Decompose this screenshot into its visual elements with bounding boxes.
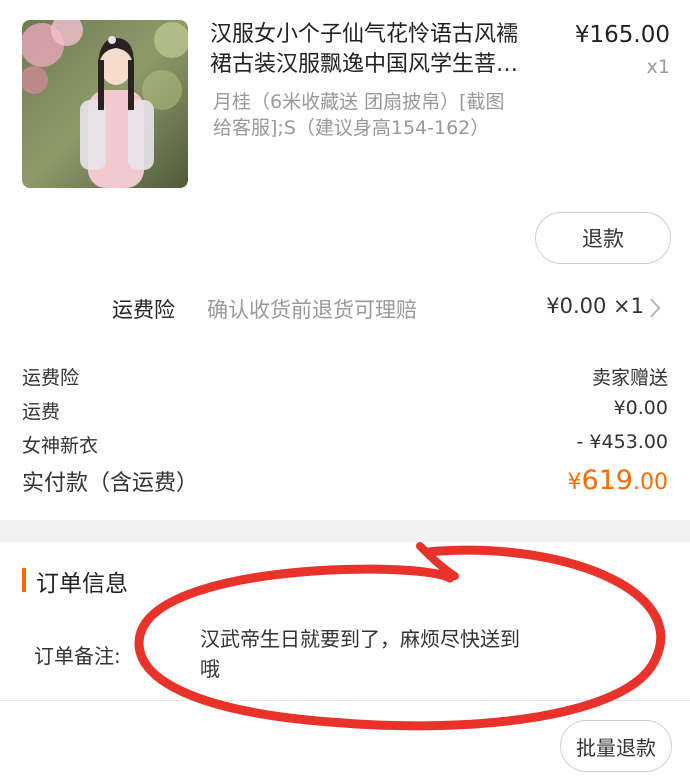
summary-row-value: ¥0.00 — [613, 397, 668, 419]
total-amount: ¥619.00 — [567, 465, 668, 496]
order-note-line-1: 汉武帝生日就要到了，麻烦尽快送到 — [200, 627, 520, 651]
order-note-label: 订单备注: — [34, 644, 121, 668]
product-sku-line-1: 月桂（6米收藏送 团扇披帛）[截图 — [213, 91, 505, 113]
total-label: 实付款（含运费） — [22, 471, 199, 496]
product-sku-line-2: 给客服];S（建议身高154-162） — [213, 117, 490, 139]
product-thumbnail[interactable] — [22, 20, 188, 188]
order-note-line-2: 哦 — [200, 657, 220, 681]
product-title-line-2: 裙古装汉服飘逸中国风学生菩… — [210, 52, 519, 77]
product-sku: 月桂（6米收藏送 团扇披帛）[截图 给客服];S（建议身高154-162） — [213, 89, 558, 141]
footer-divider — [0, 700, 690, 701]
order-info-title: 订单信息 — [36, 571, 128, 597]
batch-refund-button[interactable]: 批量退款 — [560, 720, 672, 772]
product-quantity: x1 — [646, 56, 670, 78]
summary-row-label: 运费险 — [22, 367, 80, 389]
product-title[interactable]: 汉服女小个子仙气花怜语古风襦 裙古装汉服飘逸中国风学生菩… — [210, 20, 555, 80]
total-decimal: .00 — [633, 470, 668, 495]
total-currency: ¥ — [567, 470, 582, 495]
price-summary: 运费险 卖家赠送 运费 ¥0.00 女神新衣 - ¥453.00 实付款（含运费… — [0, 355, 690, 515]
product-price: ¥165.00 — [574, 22, 670, 48]
product-item[interactable]: 汉服女小个子仙气花怜语古风襦 裙古装汉服飘逸中国风学生菩… 月桂（6米收藏送 团… — [0, 0, 690, 290]
insurance-label: 运费险 — [112, 298, 175, 322]
order-note-text: 汉武帝生日就要到了，麻烦尽快送到 哦 — [200, 624, 580, 684]
refund-button[interactable]: 退款 — [535, 212, 671, 264]
shipping-insurance-row[interactable]: 运费险 确认收货前退货可理赔 ¥0.00 ×1 — [0, 278, 690, 338]
order-info-header: 订单信息 — [0, 548, 690, 608]
summary-row-value: - ¥453.00 — [576, 431, 668, 453]
insurance-price: ¥0.00 ×1 — [546, 294, 644, 318]
product-title-line-1: 汉服女小个子仙气花怜语古风襦 — [210, 22, 519, 47]
total-integer: 619 — [581, 465, 633, 496]
product-photo — [22, 20, 188, 188]
summary-row-label: 女神新衣 — [22, 435, 99, 457]
order-note-row: 订单备注: 汉武帝生日就要到了，麻烦尽快送到 哦 — [0, 612, 690, 692]
chevron-right-icon — [650, 298, 661, 318]
summary-row-label: 运费 — [22, 401, 61, 423]
insurance-description: 确认收货前退货可理赔 — [207, 298, 417, 322]
section-accent-bar — [22, 568, 26, 592]
summary-row-value: 卖家赠送 — [591, 367, 668, 389]
section-divider — [0, 520, 690, 542]
